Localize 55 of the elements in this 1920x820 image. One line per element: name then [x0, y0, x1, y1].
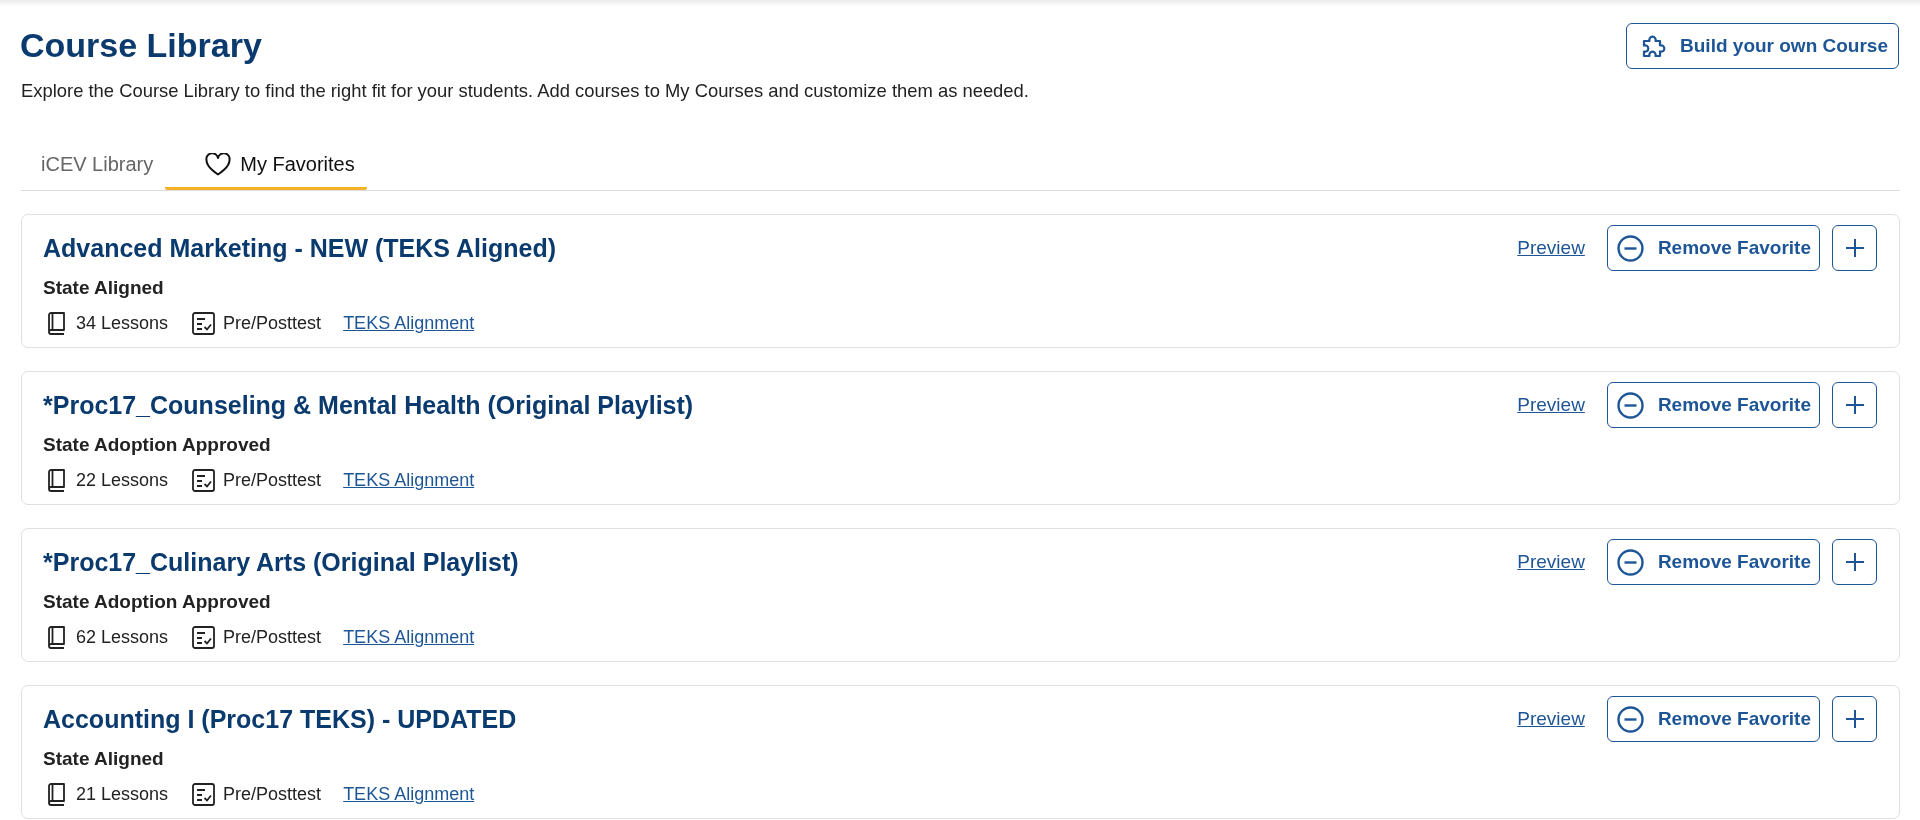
course-status: State Aligned	[43, 747, 165, 771]
tab[interactable]: iCEV Library	[21, 140, 166, 190]
assessment-label: Pre/Posttest	[223, 626, 322, 649]
minus-circle-icon	[1616, 548, 1644, 576]
book-icon	[47, 782, 66, 806]
preview-link[interactable]: Preview	[1517, 236, 1585, 260]
course-title: *Proc17_Culinary Arts (Original Playlist)	[43, 547, 519, 577]
minus-circle-icon	[1616, 705, 1644, 733]
add-course-button[interactable]	[1832, 539, 1877, 585]
plus-icon	[1845, 710, 1864, 728]
preview-link[interactable]: Preview	[1517, 550, 1585, 574]
plus-icon	[1845, 396, 1864, 414]
course-title: Accounting I (Proc17 TEKS) - UPDATED	[43, 704, 517, 734]
lesson-count: 34 Lessons	[76, 312, 169, 335]
checklist-icon	[192, 625, 216, 649]
add-course-button[interactable]	[1832, 382, 1877, 428]
heart-icon	[205, 152, 232, 176]
build-course-button[interactable]: Build your own Course	[1626, 23, 1899, 69]
page-title: Course Library	[20, 25, 263, 65]
alignment-link[interactable]: TEKS Alignment	[343, 468, 475, 492]
lesson-count: 62 Lessons	[76, 626, 169, 649]
book-icon	[47, 468, 66, 492]
remove-favorite-button[interactable]: Remove Favorite	[1606, 382, 1820, 428]
page-description: Explore the Course Library to find the right fit for your students. Add courses to My Courses and customize them as needed.	[21, 80, 1029, 102]
book-icon	[47, 311, 66, 335]
remove-favorite-button[interactable]: Remove Favorite	[1606, 696, 1820, 742]
checklist-icon	[192, 311, 216, 335]
remove-favorite-button[interactable]: Remove Favorite	[1606, 539, 1820, 585]
assessment-label: Pre/Posttest	[223, 469, 322, 492]
checklist-icon	[192, 468, 216, 492]
preview-link[interactable]: Preview	[1517, 707, 1585, 731]
course-status: State Adoption Approved	[43, 590, 272, 614]
alignment-link[interactable]: TEKS Alignment	[343, 311, 475, 335]
lesson-count: 21 Lessons	[76, 783, 169, 806]
minus-circle-icon	[1616, 234, 1644, 262]
assessment-label: Pre/Posttest	[223, 312, 322, 335]
assessment-label: Pre/Posttest	[223, 783, 322, 806]
add-course-button[interactable]	[1832, 225, 1877, 271]
preview-link[interactable]: Preview	[1517, 393, 1585, 417]
puzzle-piece-icon	[1641, 33, 1668, 59]
alignment-link[interactable]: TEKS Alignment	[343, 625, 475, 649]
alignment-link[interactable]: TEKS Alignment	[343, 782, 475, 806]
plus-icon	[1845, 239, 1864, 257]
add-course-button[interactable]	[1832, 696, 1877, 742]
course-title: *Proc17_Counseling & Mental Health (Original Playlist)	[43, 390, 694, 420]
remove-favorite-button[interactable]: Remove Favorite	[1606, 225, 1820, 271]
minus-circle-icon	[1616, 391, 1644, 419]
tab[interactable]: My Favorites	[165, 140, 367, 190]
course-status: State Adoption Approved	[43, 433, 272, 457]
book-icon	[47, 625, 66, 649]
lesson-count: 22 Lessons	[76, 469, 169, 492]
plus-icon	[1845, 553, 1864, 571]
course-status: State Aligned	[43, 276, 165, 300]
checklist-icon	[192, 782, 216, 806]
course-title: Advanced Marketing - NEW (TEKS Aligned)	[43, 233, 556, 263]
